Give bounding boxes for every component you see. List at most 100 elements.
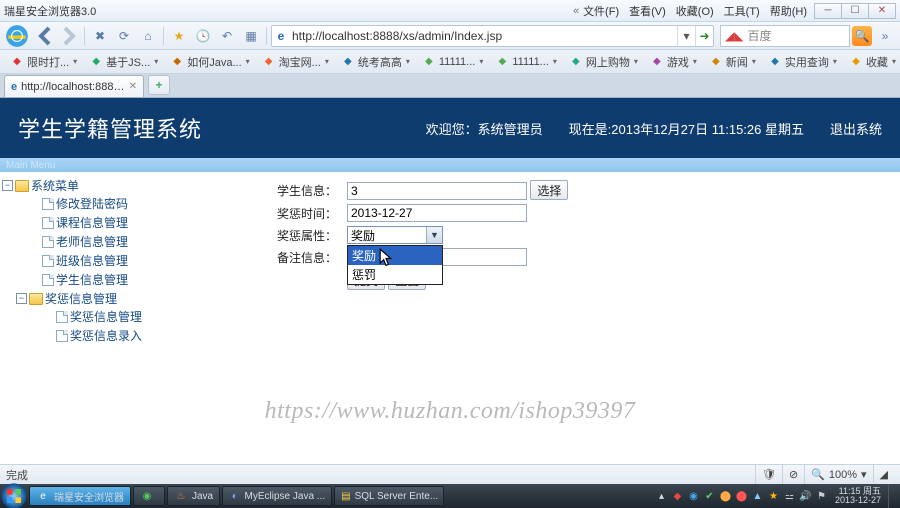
bookmark-label: 限时打... [27, 54, 69, 70]
menu-fav[interactable]: 收藏(O) [676, 3, 714, 19]
tray-icon[interactable]: ★ [767, 490, 780, 503]
tray-icon[interactable]: ▲ [751, 490, 764, 503]
bookmark-item[interactable]: ◆统考高高▾ [335, 52, 416, 72]
menu-help[interactable]: 帮助(H) [770, 3, 807, 19]
sidebar-item[interactable]: 修改登陆密码 [16, 195, 158, 212]
status-zoom[interactable]: 🔍 100% ▾ [804, 465, 872, 484]
input-time[interactable] [347, 204, 527, 222]
sidebar-item-label[interactable]: 课程信息管理 [56, 214, 128, 231]
show-desktop-button[interactable] [888, 484, 896, 508]
new-tab-button[interactable]: + [148, 75, 170, 95]
bookmark-item[interactable]: ◆如何Java...▾ [164, 52, 255, 72]
sidebar-item-label[interactable]: 奖惩信息管理 [70, 308, 142, 325]
sidebar-item-label[interactable]: 学生信息管理 [56, 271, 128, 288]
sidebar-item-label[interactable]: 奖惩信息管理 [45, 290, 117, 307]
address-go-button[interactable]: ➜ [695, 26, 713, 46]
sidebar-item[interactable]: 学生信息管理 [16, 271, 158, 288]
tree-root-label[interactable]: 系统菜单 [31, 177, 79, 194]
nav-history-button[interactable]: 🕓 [192, 25, 214, 47]
sidebar-item-label[interactable]: 班级信息管理 [56, 252, 128, 269]
start-button[interactable] [0, 484, 28, 508]
nav-forward-button[interactable] [58, 25, 80, 47]
tray-icon[interactable]: ◉ [687, 490, 700, 503]
tray-icon[interactable]: ◆ [671, 490, 684, 503]
nav-reload-button[interactable]: ⟳ [113, 25, 135, 47]
toolbar-more-icon[interactable]: » [874, 25, 896, 47]
nav-stop-button[interactable]: ✖ [89, 25, 111, 47]
bookmark-icon: ◆ [10, 55, 24, 69]
status-resize-icon[interactable]: ◢ [873, 465, 894, 484]
taskbar-task[interactable]: ♨Java [167, 486, 220, 506]
taskbar-task[interactable]: ◐MyEclipse Java ... [222, 486, 332, 506]
bookmark-item[interactable]: ◆11111...▾ [489, 52, 563, 72]
sidebar-item[interactable]: 老师信息管理 [16, 233, 158, 250]
taskbar-task[interactable]: e瑞星安全浏览器 [29, 486, 131, 506]
nav-undo-button[interactable]: ↶ [216, 25, 238, 47]
sidebar-item[interactable]: 奖惩信息录入 [30, 327, 158, 344]
bookmark-item[interactable]: ◆淘宝网...▾ [256, 52, 335, 72]
bookmark-item[interactable]: ◆11111...▾ [416, 52, 490, 72]
search-box[interactable]: ◢◣ 百度 [720, 25, 850, 47]
select-option-1[interactable]: 惩罚 [348, 265, 442, 284]
now-text: 现在是:2013年12月27日 11:15:26 星期五 [569, 119, 804, 138]
sidebar-item[interactable]: 班级信息管理 [16, 252, 158, 269]
sidebar-item-label[interactable]: 老师信息管理 [56, 233, 128, 250]
select-attr[interactable]: 奖励 ▼ 奖励 惩罚 [347, 226, 443, 244]
address-input[interactable] [290, 29, 677, 43]
input-student[interactable] [347, 182, 527, 200]
address-dropdown-icon[interactable]: ▾ [677, 26, 695, 46]
window-close-button[interactable]: ✕ [868, 3, 896, 19]
menu-expand-icon[interactable]: « [573, 5, 579, 17]
nav-fav-button[interactable]: ★ [168, 25, 190, 47]
taskbar-clock[interactable]: 11:15 周五 2013-12-27 [831, 487, 885, 505]
select-option-0[interactable]: 奖励 [348, 246, 442, 265]
sidebar-item[interactable]: 奖惩信息管理 [30, 308, 158, 325]
tray-icon[interactable]: ✔ [703, 490, 716, 503]
logout-link[interactable]: 退出系统 [830, 119, 882, 138]
chevron-down-icon: ▾ [634, 57, 638, 66]
tree-collapse-icon[interactable]: − [16, 293, 27, 304]
bookmark-label: 新闻 [726, 54, 748, 70]
sidebar-item-label[interactable]: 奖惩信息录入 [70, 327, 142, 344]
bookmark-item[interactable]: ◆收藏▾ [843, 52, 900, 72]
window-minimize-button[interactable]: ─ [814, 3, 842, 19]
tray-expand-icon[interactable]: ▴ [655, 490, 668, 503]
tree-collapse-icon[interactable]: − [2, 180, 13, 191]
tray-flag-icon[interactable]: ⚑ [815, 490, 828, 503]
tray-icon[interactable]: ⬤ [735, 490, 748, 503]
menu-tools[interactable]: 工具(T) [724, 3, 760, 19]
main-menu-strip: Main Menu [0, 158, 900, 172]
sidebar-item[interactable]: 课程信息管理 [16, 214, 158, 231]
bookmark-item[interactable]: ◆新闻▾ [703, 52, 762, 72]
tray-icon[interactable]: ⬤ [719, 490, 732, 503]
window-maximize-button[interactable]: ☐ [841, 3, 869, 19]
bookmark-item[interactable]: ◆实用查询▾ [762, 52, 843, 72]
bookmark-item[interactable]: ◆游戏▾ [644, 52, 703, 72]
page-icon: e [272, 29, 290, 43]
search-button[interactable]: 🔍 [852, 26, 872, 46]
sidebar-item-branch[interactable]: − 奖惩信息管理 [16, 290, 158, 307]
tray-network-icon[interactable]: ⚍ [783, 490, 796, 503]
task-label: Java [192, 491, 213, 502]
select-arrow-icon[interactable]: ▼ [426, 227, 442, 243]
tray-volume-icon[interactable]: 🔊 [799, 490, 812, 503]
sidebar-item-label[interactable]: 修改登陆密码 [56, 195, 128, 212]
tab-close-icon[interactable]: ✕ [129, 81, 137, 92]
nav-back-button[interactable] [34, 25, 56, 47]
menu-file[interactable]: 文件(F) [583, 3, 619, 19]
bookmark-item[interactable]: ◆限时打...▾ [4, 52, 83, 72]
tab-active[interactable]: e http://localhost:8888/xs/... ✕ [4, 75, 144, 97]
nav-home-button[interactable]: ⌂ [137, 25, 159, 47]
nav-popup-button[interactable]: ▦ [240, 25, 262, 47]
taskbar-task[interactable]: ◉ [133, 486, 165, 506]
chevron-down-icon: ▾ [406, 57, 410, 66]
task-icon: ▤ [341, 489, 350, 503]
app-title: 学生学籍管理系统 [18, 112, 202, 144]
choose-button[interactable]: 选择 [530, 180, 568, 200]
bookmark-item[interactable]: ◆网上购物▾ [563, 52, 644, 72]
address-bar[interactable]: e ▾ ➜ [271, 25, 714, 47]
taskbar-task[interactable]: ▤SQL Server Ente... [334, 486, 444, 506]
tree-root[interactable]: − 系统菜单 [2, 177, 158, 194]
bookmark-item[interactable]: ◆基于JS...▾ [83, 52, 164, 72]
menu-view[interactable]: 查看(V) [629, 3, 666, 19]
